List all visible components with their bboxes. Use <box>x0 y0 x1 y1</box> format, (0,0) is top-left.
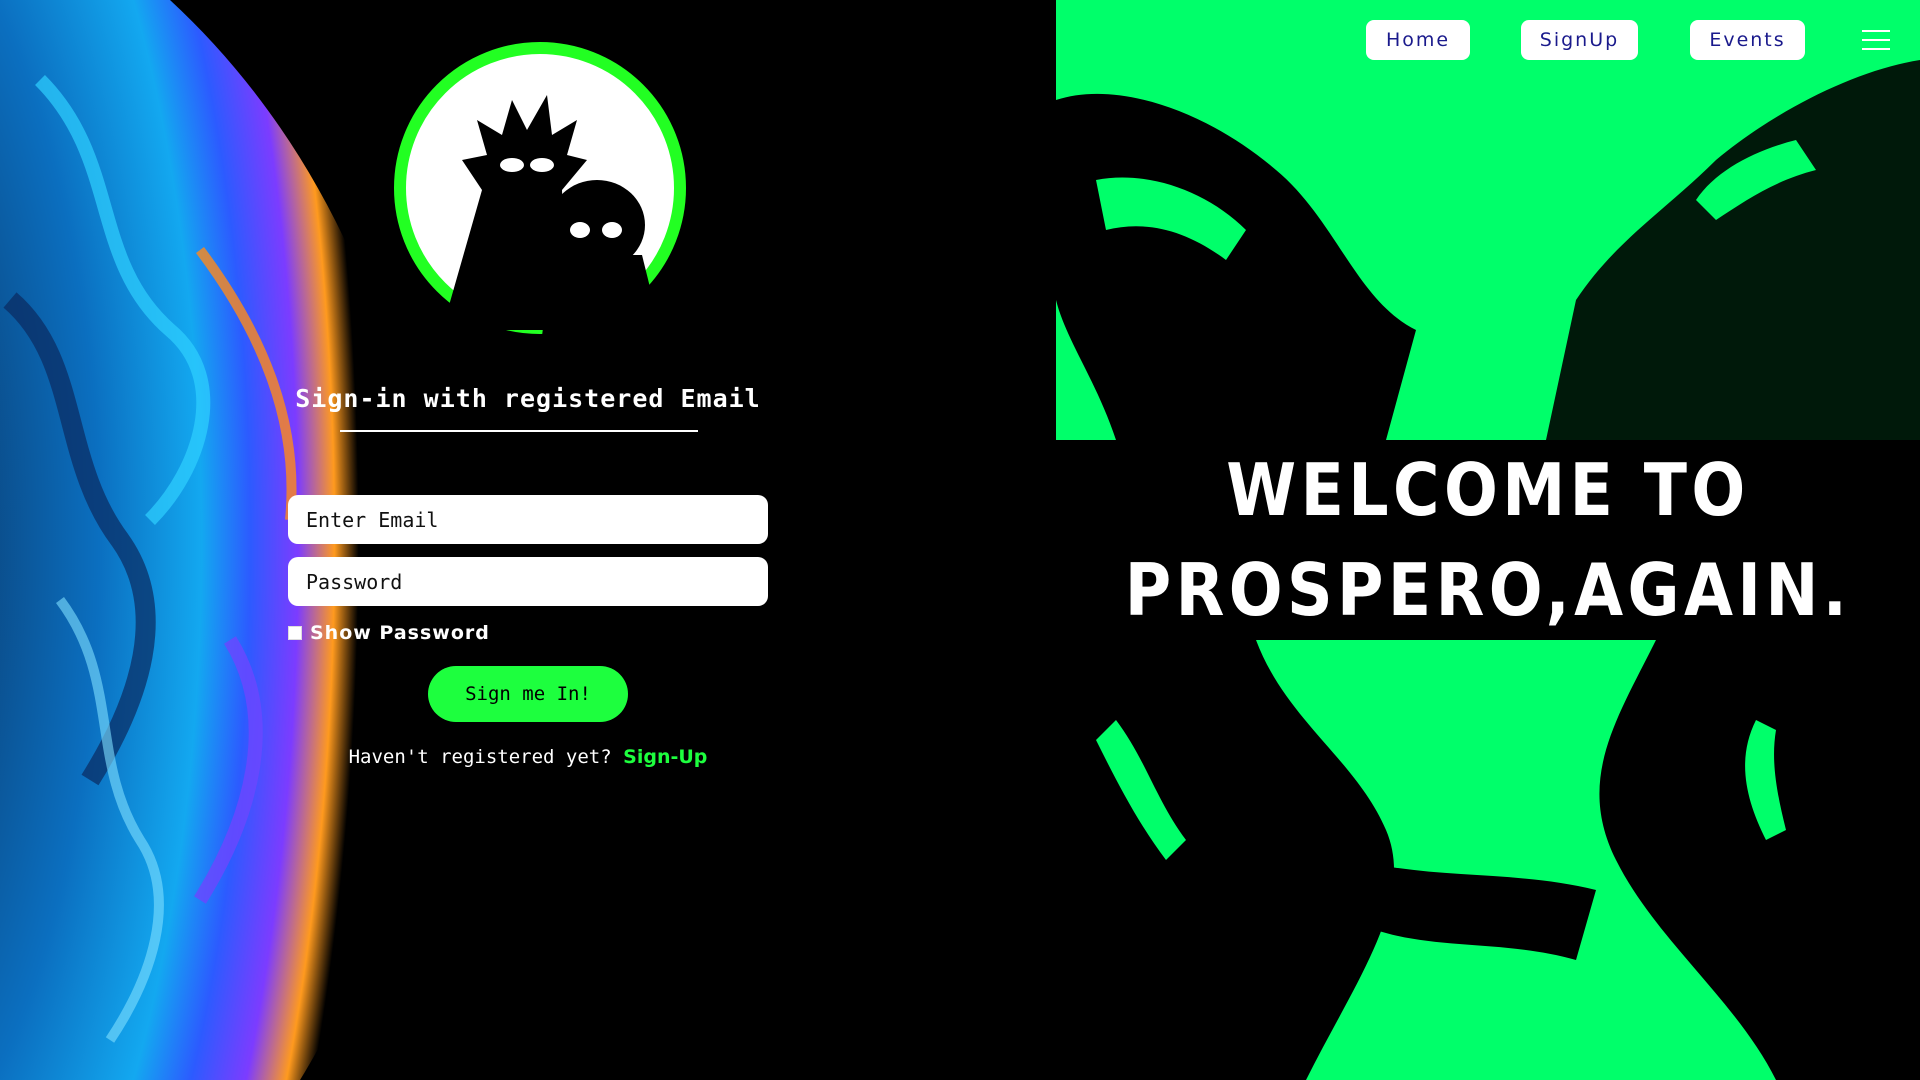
hero-title: WELCOME TO PROSPERO,AGAIN. <box>1108 440 1868 640</box>
signup-link[interactable]: Sign-Up <box>623 746 707 768</box>
rick-and-morty-logo-icon <box>394 42 686 336</box>
signin-title: Sign-in with registered Email <box>295 384 761 413</box>
hamburger-icon[interactable] <box>1862 28 1890 52</box>
show-password-toggle[interactable]: Show Password <box>288 622 490 644</box>
nav-signup-button[interactable]: SignUp <box>1521 20 1638 60</box>
show-password-label: Show Password <box>310 622 490 644</box>
sign-in-button[interactable]: Sign me In! <box>428 666 628 722</box>
email-input[interactable] <box>288 495 768 544</box>
hero-title-line2: PROSPERO,AGAIN. <box>1124 548 1852 632</box>
register-prompt: Haven't registered yet? Sign-Up <box>250 746 806 768</box>
signin-panel: Sign-in with registered Email Show Passw… <box>0 0 1056 1080</box>
register-prompt-text: Haven't registered yet? <box>348 746 612 768</box>
hero-title-line1: WELCOME TO <box>1226 448 1750 532</box>
password-input[interactable] <box>288 557 768 606</box>
title-underline <box>340 430 698 432</box>
show-password-checkbox[interactable] <box>288 626 302 640</box>
nav-home-button[interactable]: Home <box>1366 20 1470 60</box>
nav-events-button[interactable]: Events <box>1690 20 1805 60</box>
hero-panel: Home SignUp Events WELCOME TO PROSPERO,A… <box>1056 0 1920 1080</box>
